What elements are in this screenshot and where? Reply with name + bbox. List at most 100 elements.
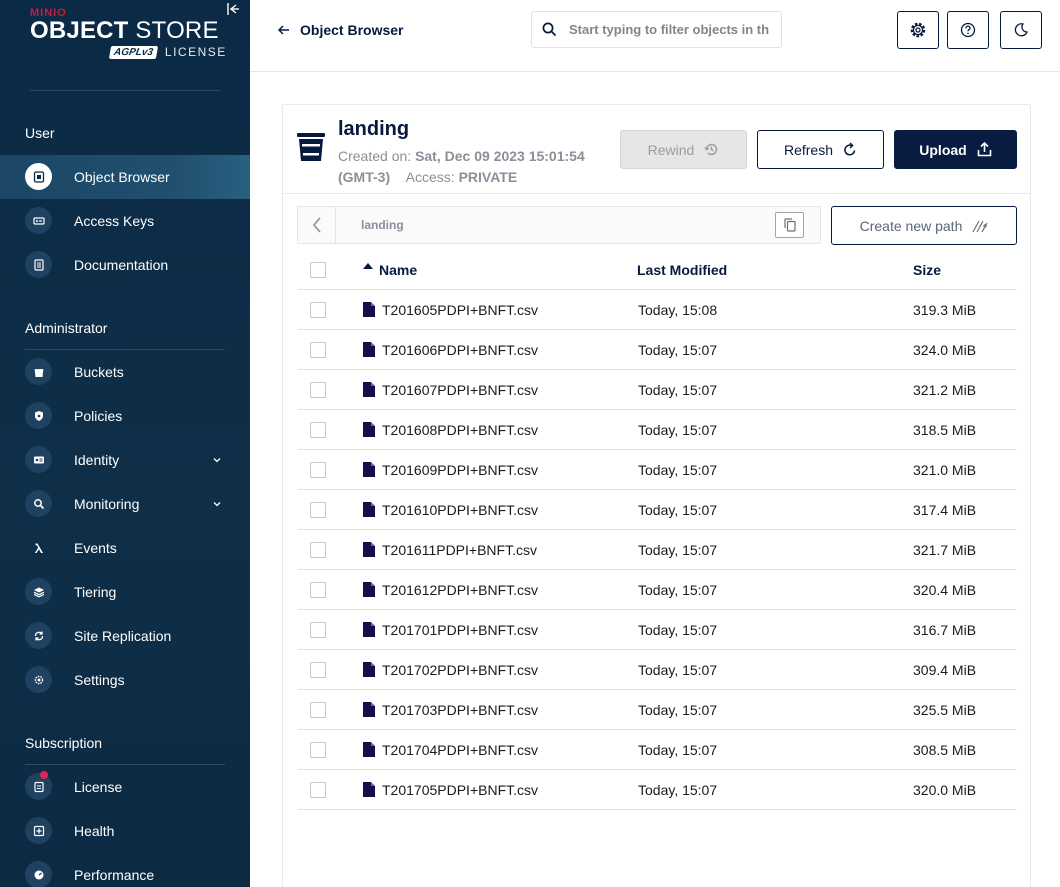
copy-path-button[interactable] [775, 212, 804, 238]
refresh-button[interactable]: Refresh [757, 130, 884, 169]
table-row[interactable]: T201703PDPI+BNFT.csv Today, 15:07 325.5 Mi… [298, 690, 1017, 730]
row-checkbox[interactable] [310, 582, 326, 598]
row-checkbox[interactable] [310, 622, 326, 638]
table-row[interactable]: T201609PDPI+BNFT.csv Today, 15:07 321.0 Mi… [298, 450, 1017, 490]
shield-icon [25, 402, 52, 429]
file-icon [363, 582, 375, 597]
table-row[interactable]: T201611PDPI+BNFT.csv Today, 15:07 321.7 Mi… [298, 530, 1017, 570]
objects-table: Name Last Modified Size T201605PDPI+BNFT… [298, 250, 1017, 810]
sort-ascending-icon[interactable] [363, 263, 373, 269]
file-last-modified: Today, 15:07 [638, 422, 718, 438]
file-icon [363, 662, 375, 677]
file-icon [363, 302, 375, 317]
file-name[interactable]: T201705PDPI+BNFT.csv [382, 782, 538, 798]
sidebar-item-tiering[interactable]: Tiering [0, 570, 250, 614]
file-name[interactable]: T201612PDPI+BNFT.csv [382, 582, 538, 598]
row-checkbox[interactable] [310, 382, 326, 398]
create-new-path-button[interactable]: Create new path [831, 206, 1017, 245]
breadcrumb-back-button[interactable] [298, 207, 336, 243]
license-icon [25, 773, 52, 800]
column-name[interactable]: Name [379, 262, 417, 278]
sidebar-item-health[interactable]: Health [0, 809, 250, 853]
file-name[interactable]: T201611PDPI+BNFT.csv [382, 542, 537, 558]
sidebar-item-policies[interactable]: Policies [0, 394, 250, 438]
file-size: 318.5 MiB [913, 422, 977, 438]
chevron-down-icon[interactable] [212, 455, 222, 465]
search-input[interactable] [569, 22, 769, 37]
upload-button[interactable]: Upload [894, 130, 1017, 169]
column-size[interactable]: Size [913, 262, 941, 278]
row-checkbox[interactable] [310, 702, 326, 718]
file-last-modified: Today, 15:07 [638, 382, 718, 398]
sidebar-item-monitoring[interactable]: Monitoring [0, 482, 250, 526]
help-button[interactable] [947, 11, 989, 49]
file-name[interactable]: T201606PDPI+BNFT.csv [382, 342, 538, 358]
row-checkbox[interactable] [310, 782, 326, 798]
row-checkbox[interactable] [310, 542, 326, 558]
file-name[interactable]: T201702PDPI+BNFT.csv [382, 662, 538, 678]
sidebar-item-settings[interactable]: Settings [0, 658, 250, 702]
column-last-modified[interactable]: Last Modified [637, 262, 727, 278]
select-all-checkbox[interactable] [310, 262, 326, 278]
create-path-label: Create new path [859, 217, 963, 234]
file-size: 320.4 MiB [913, 582, 977, 598]
row-checkbox[interactable] [310, 302, 326, 318]
row-checkbox[interactable] [310, 662, 326, 678]
file-name[interactable]: T201609PDPI+BNFT.csv [382, 462, 538, 478]
sidebar-item-site-replication[interactable]: Site Replication [0, 614, 250, 658]
row-checkbox[interactable] [310, 422, 326, 438]
table-row[interactable]: T201704PDPI+BNFT.csv Today, 15:07 308.5 Mi… [298, 730, 1017, 770]
sidebar-item-label: Health [74, 823, 115, 839]
sidebar-item-access-keys[interactable]: Access Keys [0, 199, 250, 243]
file-size: 325.5 MiB [913, 702, 977, 718]
row-checkbox[interactable] [310, 342, 326, 358]
back-to-object-browser-link[interactable]: Object Browser [278, 22, 403, 38]
file-size: 308.5 MiB [913, 742, 977, 758]
file-name[interactable]: T201701PDPI+BNFT.csv [382, 622, 538, 638]
row-checkbox[interactable] [310, 742, 326, 758]
chevron-down-icon[interactable] [212, 499, 222, 509]
table-row[interactable]: T201605PDPI+BNFT.csv Today, 15:08 319.3 Mi… [298, 290, 1017, 330]
top-bar: Object Browser [250, 0, 1060, 72]
file-icon [363, 502, 375, 517]
table-row[interactable]: T201612PDPI+BNFT.csv Today, 15:07 320.4 Mi… [298, 570, 1017, 610]
access-value: PRIVATE [458, 169, 518, 185]
logo-license: LICENSE [164, 45, 227, 59]
table-row[interactable]: T201608PDPI+BNFT.csv Today, 15:07 318.5 Mi… [298, 410, 1017, 450]
file-name[interactable]: T201704PDPI+BNFT.csv [382, 742, 538, 758]
sidebar-item-events[interactable]: Events [0, 526, 250, 570]
file-name[interactable]: T201608PDPI+BNFT.csv [382, 422, 538, 438]
table-row[interactable]: T201702PDPI+BNFT.csv Today, 15:07 309.4 Mi… [298, 650, 1017, 690]
file-name[interactable]: T201703PDPI+BNFT.csv [382, 702, 538, 718]
rewind-button[interactable]: Rewind [620, 130, 747, 169]
table-row[interactable]: T201606PDPI+BNFT.csv Today, 15:07 324.0 Mi… [298, 330, 1017, 370]
table-row[interactable]: T201610PDPI+BNFT.csv Today, 15:07 317.4 Mi… [298, 490, 1017, 530]
back-link-label: Object Browser [300, 22, 404, 38]
sidebar-item-license[interactable]: License [0, 765, 250, 809]
sidebar-item-performance[interactable]: Performance [0, 853, 250, 887]
file-size: 316.7 MiB [913, 622, 977, 638]
sidebar-item-buckets[interactable]: Buckets [0, 350, 250, 394]
table-row[interactable]: T201701PDPI+BNFT.csv Today, 15:07 316.7 Mi… [298, 610, 1017, 650]
sidebar-item-object-browser[interactable]: Object Browser [0, 155, 250, 199]
file-size: 321.7 MiB [913, 542, 977, 558]
table-row[interactable]: T201705PDPI+BNFT.csv Today, 15:07 320.0 Mi… [298, 770, 1017, 810]
file-name[interactable]: T201605PDPI+BNFT.csv [382, 302, 538, 318]
collapse-sidebar-icon[interactable] [226, 2, 240, 16]
sidebar-item-label: Performance [74, 867, 155, 883]
sidebar-item-identity[interactable]: Identity [0, 438, 250, 482]
row-checkbox[interactable] [310, 502, 326, 518]
file-name[interactable]: T201610PDPI+BNFT.csv [382, 502, 538, 518]
refresh-icon [844, 142, 856, 156]
file-name[interactable]: T201607PDPI+BNFT.csv [382, 382, 538, 398]
sidebar-item-label: Buckets [74, 364, 124, 380]
breadcrumb-path[interactable]: landing [361, 218, 404, 232]
search-box[interactable] [531, 11, 782, 48]
settings-button[interactable] [897, 11, 939, 49]
dark-mode-toggle[interactable] [1000, 11, 1042, 49]
rewind-label: Rewind [647, 141, 695, 158]
table-row[interactable]: T201607PDPI+BNFT.csv Today, 15:07 321.2 Mi… [298, 370, 1017, 410]
file-size: 317.4 MiB [913, 502, 977, 518]
row-checkbox[interactable] [310, 462, 326, 478]
sidebar-item-documentation[interactable]: Documentation [0, 243, 250, 287]
